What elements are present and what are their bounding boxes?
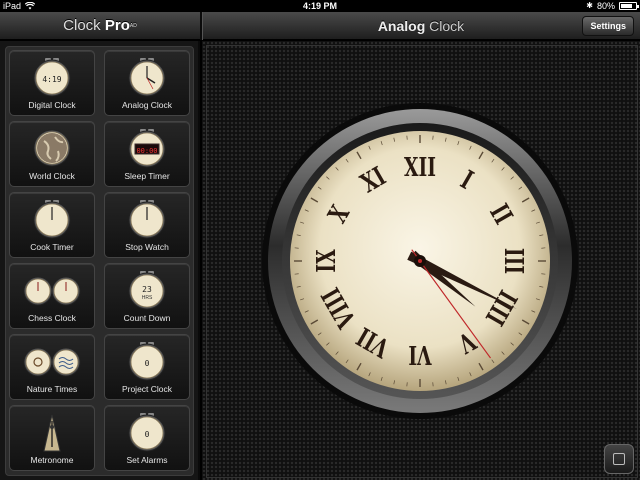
battery-percent: 80% — [596, 1, 615, 11]
sidebar-item-world-clock[interactable]: World Clock — [9, 121, 95, 187]
header-bar: Clock ProAD Analog Clock Settings — [0, 12, 640, 40]
stopwatch-icon — [105, 198, 189, 240]
tile-icon-text: 0 — [144, 359, 150, 368]
clock-hub-cap — [418, 259, 422, 263]
fullscreen-button[interactable] — [604, 444, 634, 474]
sidebar-item-digital-clock[interactable]: 4:19 Digital Clock — [9, 50, 95, 116]
nature-times-icon — [10, 340, 94, 382]
cook-timer-icon — [10, 198, 94, 240]
clock-numeral: XII — [404, 153, 436, 183]
sidebar-item-label: Cook Timer — [30, 242, 74, 252]
sidebar-item-label: Set Alarms — [126, 455, 168, 465]
sidebar-item-set-alarms[interactable]: 0 Set Alarms — [104, 405, 190, 471]
metronome-icon — [10, 411, 94, 453]
project-clock-icon: 0 — [105, 340, 189, 382]
clock-numeral: IX — [312, 249, 342, 273]
sidebar: 4:19 Digital Clock Analog Clock World Clock… — [0, 41, 200, 480]
sidebar-item-cook-timer[interactable]: Cook Timer — [9, 192, 95, 258]
sidebar-item-label: Metronome — [30, 455, 74, 465]
sidebar-item-analog-clock[interactable]: Analog Clock — [104, 50, 190, 116]
sidebar-item-label: Nature Times — [26, 384, 78, 394]
sidebar-item-stop-watch[interactable]: Stop Watch — [104, 192, 190, 258]
countdown-icon: 23 HRS — [105, 269, 189, 311]
sidebar-item-metronome[interactable]: Metronome — [9, 405, 95, 471]
tile-icon-text: 4:19 — [42, 75, 62, 84]
sidebar-item-chess-clock[interactable]: Chess Clock — [9, 263, 95, 329]
sidebar-panel: 4:19 Digital Clock Analog Clock World Clock… — [5, 46, 194, 476]
app-title-mark: AD — [129, 23, 137, 29]
sidebar-item-label: Chess Clock — [28, 313, 76, 323]
tile-icon-text: 23 — [142, 285, 152, 294]
page-title: Analog Clock — [377, 18, 465, 34]
sidebar-item-count-down[interactable]: 23 HRS Count Down — [104, 263, 190, 329]
analog-clock-icon — [105, 56, 189, 98]
alarm-icon: 0 — [105, 411, 189, 453]
settings-button[interactable]: Settings — [582, 16, 634, 36]
chess-clock-icon — [10, 269, 94, 311]
sidebar-item-project-clock[interactable]: 0 Project Clock — [104, 334, 190, 400]
tile-icon-text: 00:00 — [136, 147, 158, 155]
sidebar-item-label: Sleep Timer — [124, 171, 170, 181]
sidebar-item-label: World Clock — [29, 171, 75, 181]
fullscreen-icon — [613, 453, 625, 465]
globe-icon — [10, 127, 94, 169]
status-bar: iPad 4:19 PM ✱ 80% — [0, 0, 640, 12]
sidebar-item-sleep-timer[interactable]: 00:00 Sleep Timer — [104, 121, 190, 187]
bluetooth-icon: ✱ — [586, 1, 593, 10]
digital-clock-icon: 4:19 — [10, 56, 94, 98]
clock-numeral: VI — [408, 339, 432, 369]
sleep-timer-icon: 00:00 — [105, 127, 189, 169]
battery-icon — [619, 2, 639, 10]
analog-clock: XII IIIIIIIIIIVVIVIIVIIIIXXXI — [262, 103, 578, 419]
clock-view: XII I II III IIII V VI VII VIII IX X XI — [202, 41, 640, 480]
sidebar-item-label: Analog Clock — [121, 100, 173, 110]
sidebar-item-label: Stop Watch — [125, 242, 169, 252]
sidebar-item-label: Count Down — [123, 313, 171, 323]
sidebar-item-label: Digital Clock — [28, 100, 76, 110]
app-title: Clock ProAD — [63, 17, 137, 34]
tile-icon-subtext: HRS — [141, 295, 153, 301]
sidebar-item-label: Project Clock — [121, 384, 173, 394]
tile-icon-text: 0 — [144, 430, 150, 439]
status-time: 4:19 PM — [302, 1, 337, 11]
sidebar-item-nature-times[interactable]: Nature Times — [9, 334, 95, 400]
clock-numeral: III — [498, 248, 528, 274]
